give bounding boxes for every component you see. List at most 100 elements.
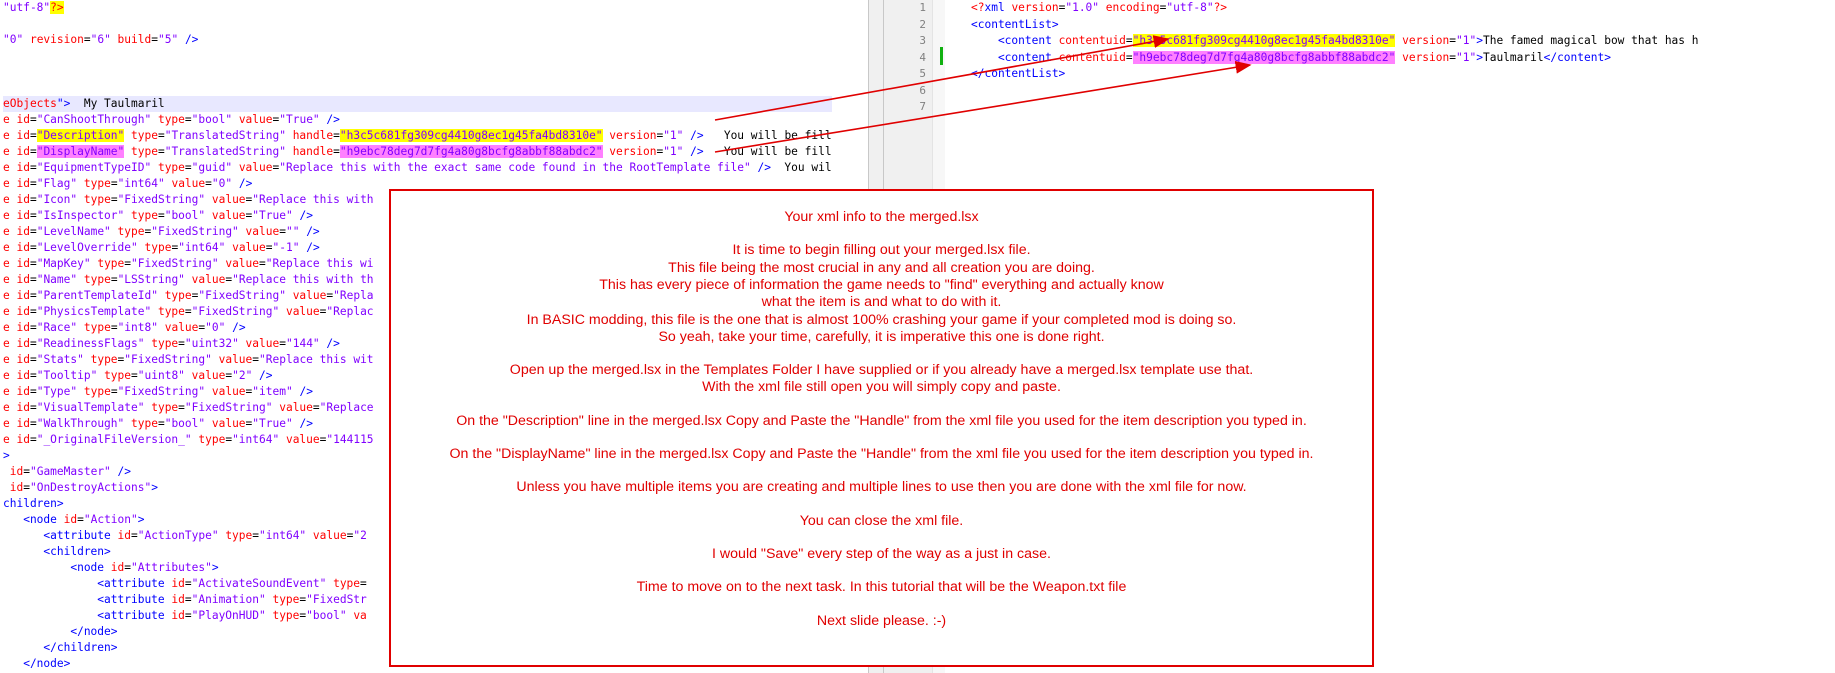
code-token: contentuid <box>1051 34 1126 47</box>
code-token: = <box>29 113 37 126</box>
code-token: "True" <box>252 417 293 430</box>
code-token: encoding <box>1099 1 1160 14</box>
code-token: version <box>602 129 657 142</box>
code-token: <node <box>3 513 57 526</box>
left-editor-line[interactable]: e id="CanShootThrough" type="bool" value… <box>3 112 832 128</box>
code-token: "ActivateSoundEvent" <box>191 577 327 590</box>
left-editor-line[interactable] <box>3 48 832 64</box>
code-token: <children> <box>3 545 111 558</box>
code-token: = <box>279 225 286 238</box>
left-editor-line[interactable]: e id="EquipmentTypeID" type="guid" value… <box>3 160 832 176</box>
code-token: type <box>77 273 111 286</box>
callout-text-line: Time to move on to the next task. In thi… <box>636 579 1127 596</box>
code-token: = <box>157 129 165 142</box>
code-token: type <box>151 161 185 174</box>
code-token: "1" <box>1456 50 1477 64</box>
code-token: "GameMaster" <box>29 465 111 478</box>
code-token: type <box>137 241 172 254</box>
callout-text-line: So yeah, take your time, carefully, it i… <box>658 328 1105 345</box>
code-token: "Replace this wi <box>265 257 374 270</box>
code-token: "_OriginalFileVersion_" <box>36 433 192 446</box>
code-token: = <box>1125 34 1133 47</box>
callout-text-line: On the "DisplayName" line in the merged.… <box>449 446 1314 462</box>
code-token: = <box>29 369 37 382</box>
code-token: /> <box>225 321 246 334</box>
code-token: type <box>151 305 185 318</box>
code-token: You will be fill <box>703 145 832 158</box>
code-token: "Type" <box>36 385 78 398</box>
right-editor-line[interactable]: <content contentuid="h3c5c681fg309cg4410… <box>971 33 1699 50</box>
left-editor-line[interactable] <box>3 64 832 80</box>
code-token: type <box>124 209 158 222</box>
left-editor-line[interactable] <box>3 16 832 32</box>
code-token: value <box>232 161 273 174</box>
code-token: = <box>77 513 84 526</box>
left-editor-line[interactable]: eObjects"> My Taulmaril <box>3 96 832 112</box>
code-token: "1" <box>663 129 684 142</box>
code-token: type <box>144 337 179 350</box>
right-editor-code[interactable]: <?xml version="1.0" encoding="utf-8"?> <c… <box>971 0 1699 116</box>
code-token: <attribute <box>3 593 165 606</box>
code-token: id <box>3 481 24 494</box>
line-number: 4 <box>919 50 926 64</box>
code-token: "Replace this with th <box>232 273 374 286</box>
code-token: type <box>265 593 300 606</box>
line-number: 7 <box>919 100 926 113</box>
left-editor-line[interactable]: "utf-8"?> <box>3 0 832 16</box>
code-token: /> <box>319 337 340 350</box>
code-token: = <box>1125 50 1133 64</box>
code-token: "Action" <box>83 513 138 526</box>
code-token: <attribute <box>3 577 165 590</box>
code-token: e id <box>3 257 30 270</box>
code-token: = <box>29 417 37 430</box>
right-editor-line[interactable]: </contentList> <box>971 66 1699 83</box>
code-token: "PlayOnHUD" <box>191 609 266 622</box>
code-token: "ReadinessFlags" <box>36 337 145 350</box>
code-token: "0" <box>3 33 30 46</box>
code-token: value <box>211 353 253 366</box>
code-token: <content <box>971 34 1052 47</box>
code-token: /> <box>292 417 313 430</box>
right-editor-line[interactable] <box>971 99 1699 116</box>
code-token: "FixedString" <box>117 193 206 206</box>
code-token: e id <box>3 145 30 158</box>
code-token: My Taulmaril <box>70 97 165 110</box>
code-token: e id <box>3 209 30 222</box>
code-token: "DisplayName" <box>36 145 125 158</box>
code-token: "0" <box>205 321 226 334</box>
code-token: = <box>110 321 118 334</box>
code-token: <? <box>971 1 985 14</box>
right-editor-line[interactable]: <?xml version="1.0" encoding="utf-8"?> <box>971 0 1699 17</box>
code-token: Taulmaril <box>1482 50 1544 64</box>
code-token: type <box>144 401 179 414</box>
code-token: "True" <box>279 113 320 126</box>
code-token: value <box>238 337 280 350</box>
code-token: e id <box>3 305 30 318</box>
code-token: "IsInspector" <box>36 209 125 222</box>
code-token: "1.0" <box>1065 1 1100 14</box>
left-editor-line[interactable]: e id="Description" type="TranslatedStrin… <box>3 128 832 144</box>
code-token: "ParentTemplateId" <box>36 289 158 302</box>
code-token: handle <box>285 129 334 142</box>
code-token: id <box>110 529 131 542</box>
code-token: e id <box>3 193 30 206</box>
code-token: "OnDestroyActions" <box>29 481 152 494</box>
code-token: = <box>110 385 118 398</box>
code-token: e id <box>3 417 30 430</box>
code-token: "CanShootThrough" <box>36 113 152 126</box>
code-token: = <box>333 129 340 142</box>
code-token: = <box>29 241 37 254</box>
code-token: = <box>29 209 37 222</box>
code-token: "LevelOverride" <box>36 241 138 254</box>
right-editor-line[interactable] <box>971 83 1699 100</box>
code-token: = <box>110 273 118 286</box>
code-token: = <box>110 177 118 190</box>
code-token: </contentList> <box>971 67 1066 80</box>
left-editor-line[interactable] <box>3 80 832 96</box>
right-editor-line[interactable]: <contentList> <box>971 17 1699 34</box>
left-editor-line[interactable]: e id="DisplayName" type="TranslatedStrin… <box>3 144 832 160</box>
code-token: = <box>29 193 37 206</box>
right-editor-line[interactable]: <content contentuid="h9ebc78deg7d7fg4a80… <box>971 50 1699 67</box>
left-editor-line[interactable]: "0" revision="6" build="5" /> <box>3 32 832 48</box>
code-token: value <box>164 177 206 190</box>
